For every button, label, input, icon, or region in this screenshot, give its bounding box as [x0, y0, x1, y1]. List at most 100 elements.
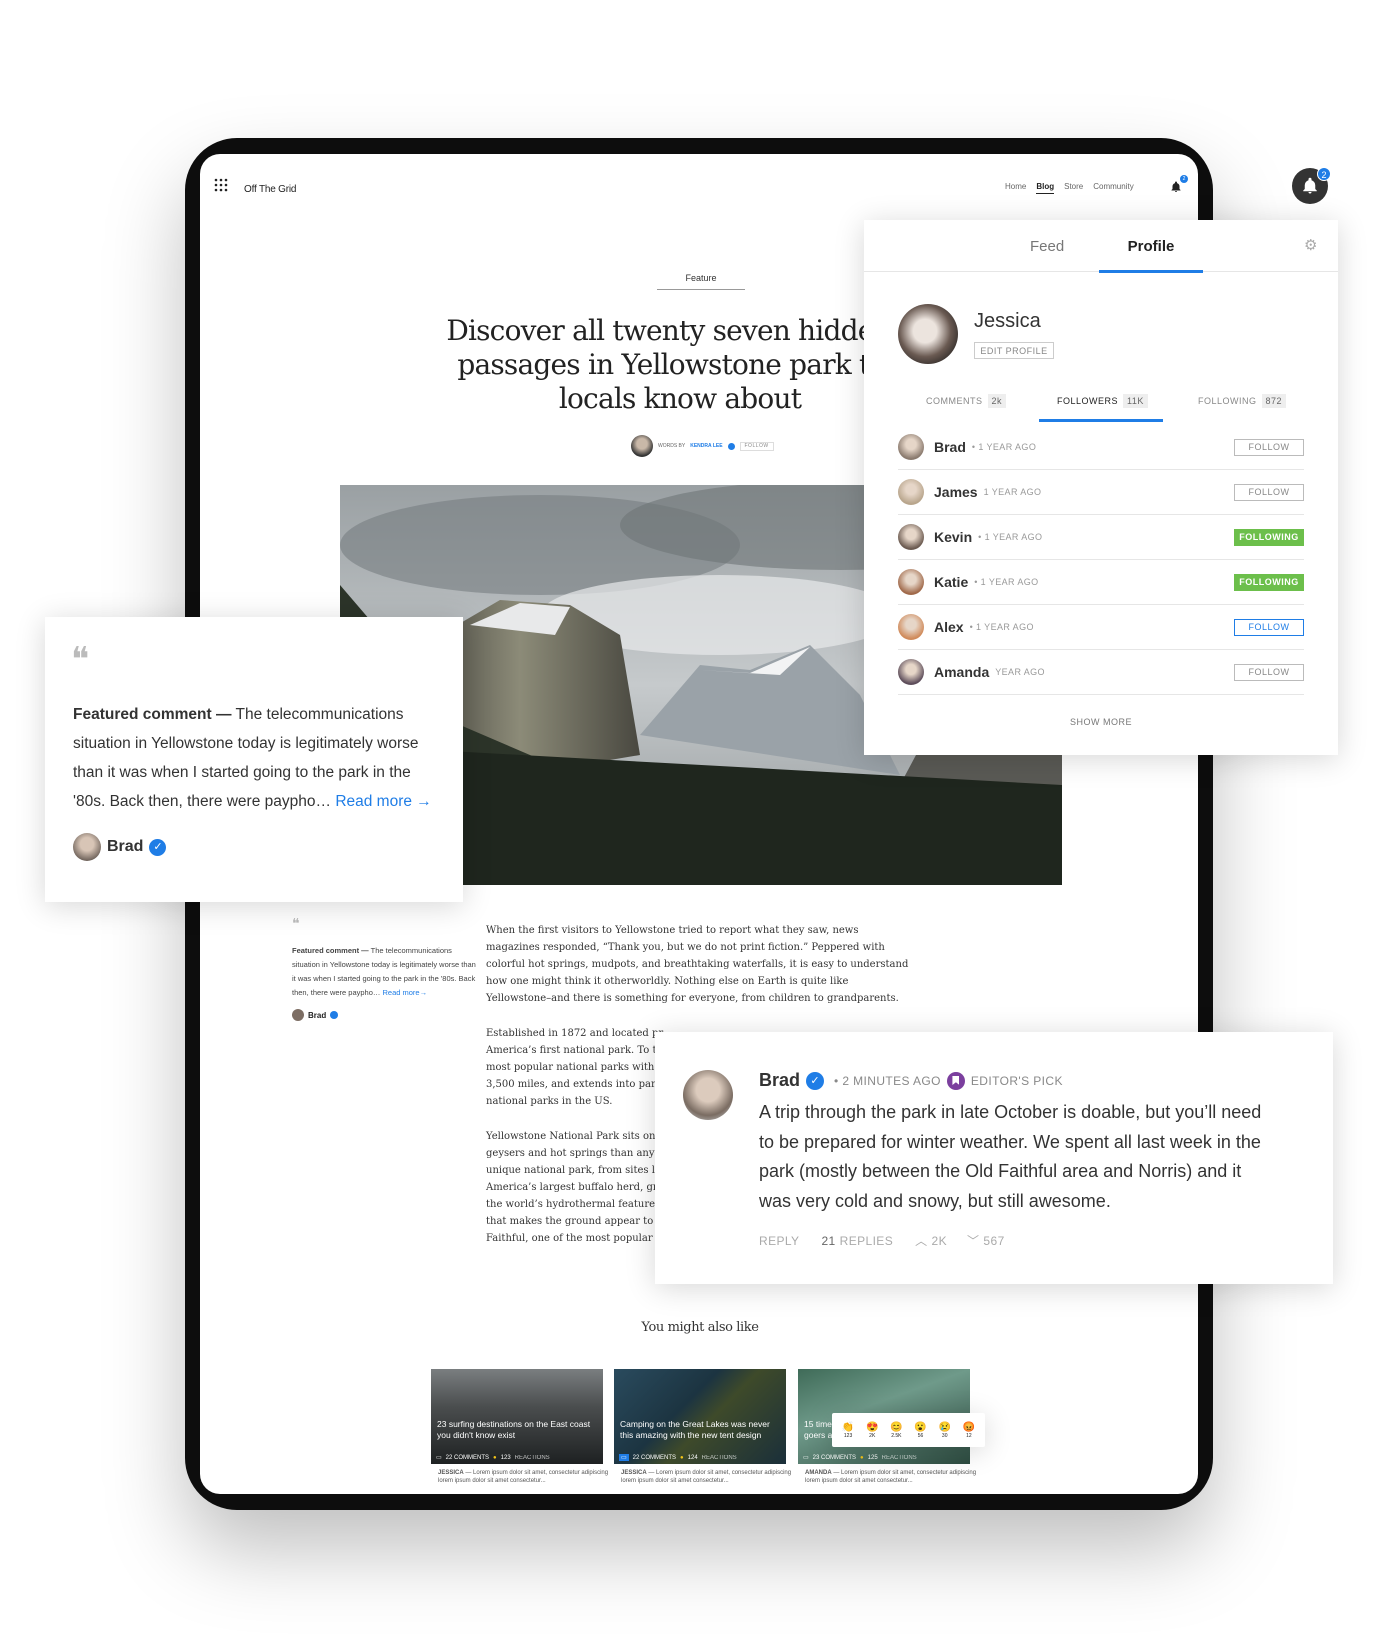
top-nav: Home Blog Store Community [995, 182, 1134, 194]
article-para-3: Yellowstone National Park sits on geysers… [486, 1131, 664, 1244]
follower-row: Amanda YEAR AGO FOLLOW [898, 650, 1304, 695]
comment-avatar[interactable] [683, 1070, 733, 1120]
nav-home[interactable]: Home [1005, 182, 1026, 194]
reply-button[interactable]: REPLY [759, 1234, 799, 1248]
reaction-smile[interactable]: 😊 2.5K [888, 1422, 904, 1439]
grid-menu-icon[interactable] [214, 178, 228, 197]
author-follow-button[interactable]: FOLLOW [739, 441, 774, 451]
comment-actions: REPLY 21 REPLIES ︿ 2K ﹀ 567 [759, 1232, 1005, 1249]
follow-button[interactable]: FOLLOW [1234, 618, 1304, 636]
surprised-icon: 😮 [914, 1421, 927, 1433]
reaction-wow[interactable]: 😮 56 [913, 1422, 929, 1439]
follower-time: • 1 YEAR AGO [969, 622, 1034, 632]
follow-button[interactable]: FOLLOWING [1234, 573, 1304, 591]
gear-icon[interactable]: ⚙ [1304, 236, 1317, 254]
follower-time: YEAR AGO [995, 667, 1045, 677]
profile-avatar[interactable] [898, 304, 958, 364]
article-para-1: When the first visitors to Yellowstone t… [486, 925, 909, 1004]
nav-community[interactable]: Community [1093, 182, 1133, 194]
editor-pick-badge: EDITOR'S PICK [970, 1073, 1063, 1088]
follow-button[interactable]: FOLLOW [1234, 483, 1304, 501]
rec-card-1[interactable]: 23 surfing destinations on the East coas… [431, 1369, 603, 1464]
also-like-heading: You might also like [641, 1320, 759, 1335]
follower-name[interactable]: Amanda [934, 664, 989, 680]
follow-button[interactable]: FOLLOW [1234, 438, 1304, 456]
reaction-angry[interactable]: 😡 12 [961, 1422, 977, 1439]
nav-bell-icon[interactable] [1170, 180, 1182, 198]
upvote-count: 2K [931, 1233, 948, 1248]
stat-comments[interactable]: COMMENTS 2k [926, 394, 1007, 408]
comment-icon: ▭ [803, 1455, 809, 1461]
stat-following[interactable]: FOLLOWING 872 [1198, 394, 1287, 408]
followers-list: Brad • 1 YEAR AGO FOLLOW James 1 YEAR AGO FOL… [898, 425, 1304, 695]
bell-icon [1303, 177, 1317, 194]
rec-card-2[interactable]: Camping on the Great Lakes was never thi… [614, 1369, 786, 1464]
verified-icon: ✓ [149, 838, 167, 856]
reaction-clap[interactable]: 👏 123 [840, 1422, 856, 1439]
follower-row: James 1 YEAR AGO FOLLOW [898, 470, 1304, 515]
featured-author: Brad ✓ [73, 833, 167, 861]
follower-name[interactable]: Katie [934, 574, 968, 590]
follower-name[interactable]: James [934, 484, 978, 500]
nav-store[interactable]: Store [1064, 182, 1083, 194]
read-more-link[interactable]: Read more [335, 793, 412, 810]
heart-eyes-icon: 😍 [866, 1421, 879, 1433]
editor-pick-icon [946, 1071, 965, 1090]
follower-avatar[interactable] [898, 614, 924, 640]
follower-avatar[interactable] [898, 524, 924, 550]
author-link[interactable]: KENDRA LEE [690, 443, 722, 449]
featured-author-name[interactable]: Brad [107, 838, 143, 856]
follower-avatar[interactable] [898, 659, 924, 685]
stat-followers[interactable]: FOLLOWERS 11K [1057, 394, 1148, 408]
comment-icon: ▭ [436, 1455, 442, 1461]
follower-row: Alex • 1 YEAR AGO FOLLOW [898, 605, 1304, 650]
brand-name[interactable]: Off The Grid [244, 184, 296, 195]
follower-avatar[interactable] [898, 434, 924, 460]
sad-icon: 😢 [938, 1421, 951, 1433]
reaction-sad[interactable]: 😢 30 [937, 1422, 953, 1439]
replies-label[interactable]: REPLIES [840, 1234, 894, 1248]
notification-count-badge: 2 [1317, 167, 1331, 181]
featured-comment-card: ❝ Featured comment — The telecommunicati… [45, 617, 463, 902]
comment-text: A trip through the park in late October … [759, 1102, 1262, 1211]
reaction-icon: ● [493, 1454, 497, 1461]
profile-panel: Feed Profile ⚙ Jessica EDIT PROFILE COMM… [864, 220, 1338, 755]
featured-comment-text: Featured comment — The telecommunication… [73, 706, 432, 810]
small-quote-icon: ❝ [292, 916, 300, 932]
article-para-2: Established in 1872 and located pr Americ… [486, 1028, 665, 1107]
tab-profile[interactable]: Profile [1099, 238, 1203, 273]
follow-button[interactable]: FOLLOWING [1234, 528, 1304, 546]
follower-time: • 1 YEAR AGO [974, 577, 1039, 587]
smile-icon: 😊 [890, 1421, 903, 1433]
downvote-icon[interactable]: ﹀ [967, 1232, 979, 1249]
comment-author[interactable]: Brad [759, 1070, 800, 1091]
tab-feed[interactable]: Feed [1030, 238, 1064, 255]
follower-name[interactable]: Alex [934, 619, 964, 635]
rec-meta-1: JESSICA — Lorem ipsum dolor sit amet, co… [438, 1470, 609, 1484]
byline: WORDS BY KENDRA LEE FOLLOW [631, 435, 774, 457]
follower-name[interactable]: Kevin [934, 529, 972, 545]
downvote-count: 567 [983, 1233, 1005, 1248]
show-more-button[interactable]: SHOW MORE [864, 717, 1338, 727]
small-read-more-link[interactable]: Read more [382, 988, 419, 997]
featured-author-avatar[interactable] [73, 833, 101, 861]
replies-count[interactable]: 21 [821, 1234, 835, 1248]
clap-icon: 👏 [841, 1421, 855, 1433]
article-tag[interactable]: Feature [657, 273, 745, 290]
angry-icon: 😡 [962, 1421, 976, 1433]
edit-profile-button[interactable]: EDIT PROFILE [974, 342, 1054, 359]
quote-icon: ❝ [71, 640, 90, 680]
small-author-avatar [292, 1009, 304, 1021]
reaction-love[interactable]: 😍 2K [864, 1422, 880, 1439]
reaction-icon: ● [680, 1454, 684, 1461]
follower-time: 1 YEAR AGO [983, 487, 1042, 497]
follower-name[interactable]: Brad [934, 439, 966, 455]
follower-avatar[interactable] [898, 569, 924, 595]
upvote-icon[interactable]: ︿ [915, 1232, 927, 1249]
follow-button[interactable]: FOLLOW [1234, 663, 1304, 681]
follower-avatar[interactable] [898, 479, 924, 505]
comment-header: Brad ✓ • 2 MINUTES AGO EDITOR'S PICK [759, 1070, 1063, 1091]
follower-time: • 1 YEAR AGO [971, 442, 1037, 452]
nav-blog[interactable]: Blog [1036, 182, 1055, 194]
nav-notif-badge: 2 [1180, 175, 1188, 183]
